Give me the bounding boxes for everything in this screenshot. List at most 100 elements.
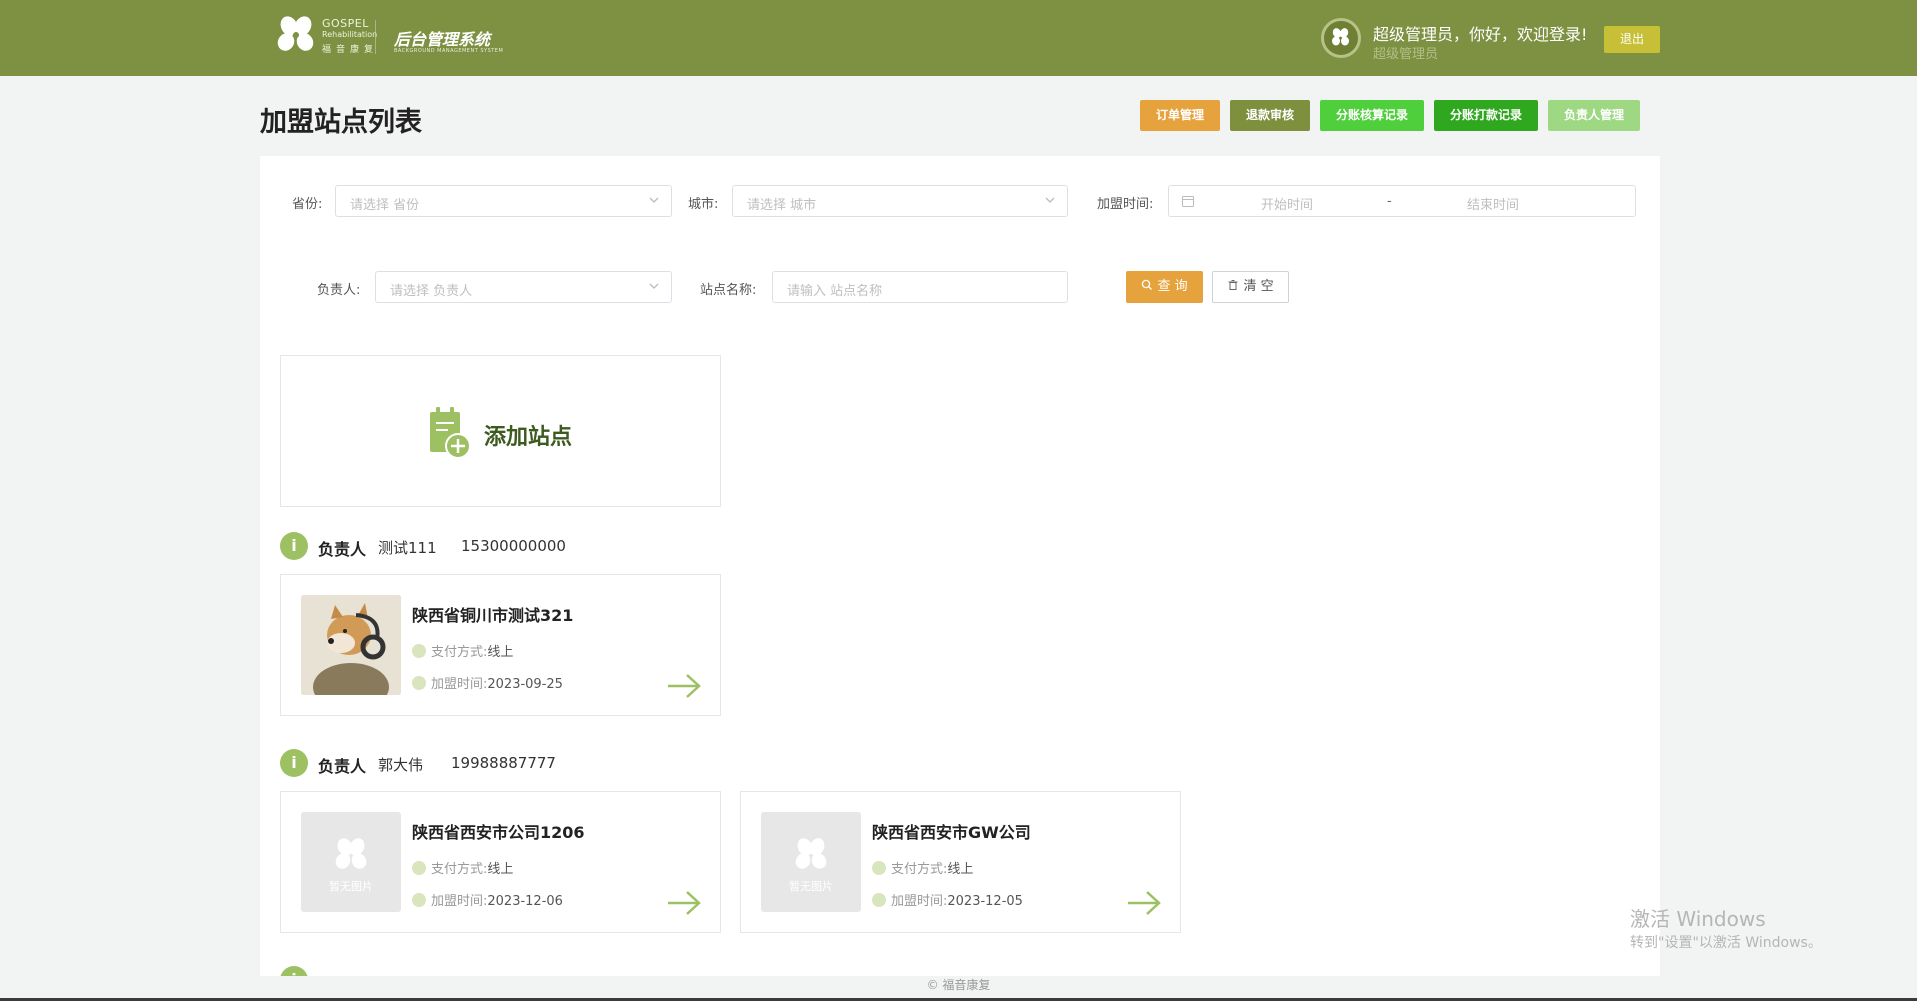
add-site-calendar-plus-icon (430, 407, 471, 459)
windows-activation-watermark-title: 激活 Windows (1630, 907, 1766, 931)
site-name-input[interactable]: 请输入 站点名称 (772, 271, 1068, 303)
manager-label: 负责人: (317, 283, 361, 298)
range-separator: - (1387, 194, 1392, 209)
site-photo (301, 595, 401, 695)
manager-tag: 负责人 (318, 540, 367, 559)
add-site-card[interactable]: 添加站点 (280, 355, 721, 507)
chevron-down-icon (649, 197, 659, 203)
join-time-value: 2023-12-06 (487, 894, 563, 909)
avatar-flower-icon (1332, 28, 1349, 46)
no-image-text: 暂无图片 (329, 880, 373, 893)
city-label: 城市: (688, 197, 719, 212)
join-time-value: 2023-09-25 (487, 677, 563, 692)
no-image-placeholder: 暂无图片 (761, 812, 861, 912)
manager-phone: 19988887777 (451, 754, 556, 772)
join-time-label: 加盟时间: (1097, 197, 1154, 212)
info-icon: i (280, 966, 308, 976)
lock-icon (412, 861, 426, 875)
admin-avatar (1321, 18, 1361, 58)
chevron-down-icon (1045, 197, 1055, 203)
add-site-label: 添加站点 (484, 425, 573, 450)
province-select[interactable]: 请选择 省份 (335, 185, 672, 217)
manager-name: 郭大伟 (378, 756, 424, 774)
no-image-text: 暂无图片 (789, 880, 833, 893)
payment-method-row: 支付方式:线上 (872, 858, 973, 877)
join-time-row: 加盟时间:2023-12-05 (872, 890, 1023, 909)
split-accounting-record-button[interactable]: 分账核算记录 (1320, 100, 1424, 131)
site-card[interactable]: 暂无图片 陕西省西安市公司1206 支付方式:线上 加盟时间:2023-12-0… (280, 791, 721, 933)
logo-chinese-text: 福音康复 (322, 45, 379, 55)
payment-method-row: 支付方式:线上 (412, 858, 513, 877)
city-select[interactable]: 请选择 城市 (732, 185, 1068, 217)
payment-method-value: 线上 (487, 645, 514, 660)
clear-button[interactable]: 清 空 (1212, 271, 1289, 303)
payment-method-value: 线上 (947, 862, 974, 877)
lock-icon (412, 644, 426, 658)
split-payment-record-button[interactable]: 分账打款记录 (1434, 100, 1538, 131)
query-button[interactable]: 查 询 (1126, 271, 1203, 303)
payment-method-label: 支付方式: (891, 862, 948, 877)
payment-method-row: 支付方式:线上 (412, 641, 513, 660)
trash-icon (1228, 280, 1238, 290)
user-role: 超级管理员 (1373, 47, 1439, 62)
city-placeholder: 请选择 城市 (747, 198, 817, 213)
site-name: 陕西省西安市GW公司 (872, 823, 1031, 842)
page-title: 加盟站点列表 (260, 107, 422, 138)
logo-english-sub: Rehabilitation (322, 30, 378, 39)
info-icon: i (280, 749, 308, 777)
top-header-bar: GOSPEL Rehabilitation 福音康复 后台管理系统 BACKGR… (0, 0, 1917, 76)
payment-method-value: 线上 (487, 862, 514, 877)
site-name-placeholder: 请输入 站点名称 (787, 284, 883, 299)
clear-button-label: 清 空 (1243, 279, 1274, 294)
arrow-right-icon[interactable] (666, 890, 702, 916)
site-name: 陕西省铜川市测试321 (412, 606, 574, 625)
join-time-value: 2023-12-05 (947, 894, 1023, 909)
join-time-row-label: 加盟时间: (431, 677, 488, 692)
manager-management-button[interactable]: 负责人管理 (1548, 100, 1640, 131)
logo-divider (375, 20, 376, 54)
welcome-greeting: 超级管理员，你好，欢迎登录! (1373, 25, 1588, 44)
dog-photo-image (301, 595, 401, 695)
order-management-button[interactable]: 订单管理 (1140, 100, 1220, 131)
site-card[interactable]: 陕西省铜川市测试321 支付方式:线上 加盟时间:2023-09-25 (280, 574, 721, 716)
no-image-placeholder: 暂无图片 (301, 812, 401, 912)
payment-method-label: 支付方式: (431, 645, 488, 660)
clock-icon (872, 893, 886, 907)
footer-copyright: © 福音康复 (926, 978, 991, 992)
join-time-row-label: 加盟时间: (891, 894, 948, 909)
start-time-placeholder: 开始时间 (1261, 198, 1314, 213)
lock-icon (872, 861, 886, 875)
province-placeholder: 请选择 省份 (350, 198, 420, 213)
join-time-row: 加盟时间:2023-12-06 (412, 890, 563, 909)
main-content-panel: 省份: 请选择 省份 城市: 请选择 城市 加盟时间: 开始时间 - 结束时间 … (260, 156, 1660, 976)
calendar-icon (1182, 196, 1194, 207)
site-card[interactable]: 暂无图片 陕西省西安市GW公司 支付方式:线上 加盟时间:2023-12-05 (740, 791, 1181, 933)
payment-method-label: 支付方式: (431, 862, 488, 877)
info-icon: i (280, 532, 308, 560)
logout-button[interactable]: 退出 (1604, 26, 1660, 53)
manager-tag: 负责人 (318, 757, 367, 776)
refund-review-button[interactable]: 退款审核 (1230, 100, 1310, 131)
gospel-flower-logo-icon (277, 16, 314, 51)
arrow-right-icon[interactable] (1126, 890, 1162, 916)
join-time-row-label: 加盟时间: (431, 894, 488, 909)
windows-activation-watermark-subtitle: 转到"设置"以激活 Windows。 (1630, 935, 1822, 951)
join-time-range-picker[interactable]: 开始时间 - 结束时间 (1168, 185, 1636, 217)
manager-select[interactable]: 请选择 负责人 (375, 271, 672, 303)
query-button-label: 查 询 (1157, 279, 1188, 294)
site-name-label: 站点名称: (700, 283, 757, 298)
system-title: 后台管理系统 (394, 30, 491, 49)
arrow-right-icon[interactable] (666, 673, 702, 699)
site-name: 陕西省西安市公司1206 (412, 823, 585, 842)
clock-icon (412, 893, 426, 907)
join-time-row: 加盟时间:2023-09-25 (412, 673, 563, 692)
system-subtitle: BACKGROUND MANAGEMENT SYSTEM (394, 48, 504, 54)
end-time-placeholder: 结束时间 (1467, 198, 1520, 213)
placeholder-flower-icon (795, 838, 827, 869)
placeholder-flower-icon (335, 838, 367, 869)
search-icon (1142, 279, 1153, 290)
chevron-down-icon (649, 283, 659, 289)
manager-placeholder: 请选择 负责人 (390, 284, 473, 299)
manager-phone: 15300000000 (461, 537, 566, 555)
clock-icon (412, 676, 426, 690)
